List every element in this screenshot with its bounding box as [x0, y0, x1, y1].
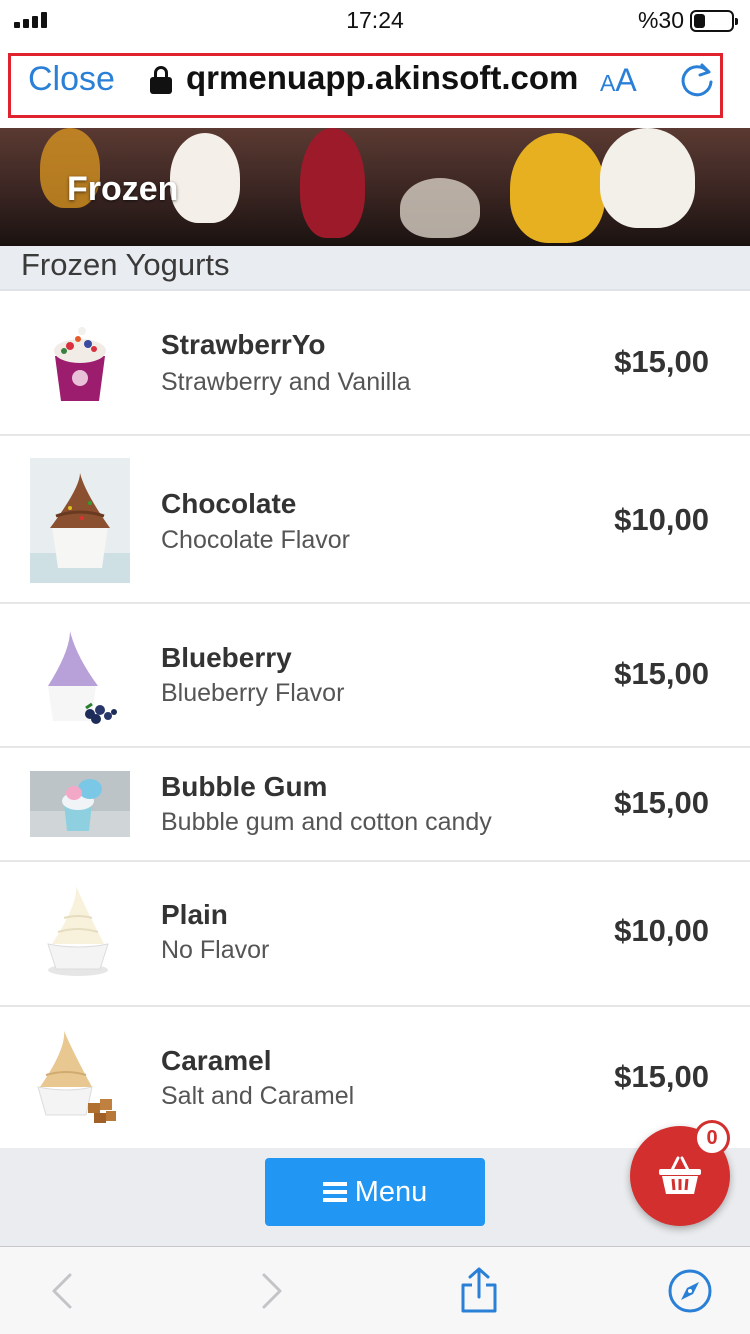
product-description: Strawberry and Vanilla	[161, 368, 411, 396]
reload-icon[interactable]	[678, 60, 716, 100]
close-button[interactable]: Close	[28, 60, 115, 99]
product-item[interactable]: Caramel Salt and Caramel $15,00	[0, 1007, 750, 1149]
product-item[interactable]: Bubble Gum Bubble gum and cotton candy $…	[0, 748, 750, 862]
compass-icon[interactable]	[666, 1267, 714, 1315]
product-item[interactable]: Blueberry Blueberry Flavor $15,00	[0, 604, 750, 748]
category-title: Frozen	[67, 170, 179, 208]
text-size-small-glyph: A	[600, 70, 616, 96]
product-name: Caramel	[161, 1045, 272, 1076]
url-text[interactable]: qrmenuapp.akinsoft.com	[186, 59, 578, 97]
product-price: $10,00	[614, 913, 709, 948]
lock-icon	[150, 66, 172, 94]
address-bar: Close qrmenuapp.akinsoft.com AA	[0, 40, 750, 128]
share-icon[interactable]	[455, 1267, 503, 1315]
product-price: $15,00	[614, 785, 709, 820]
product-description: Salt and Caramel	[161, 1082, 355, 1110]
plain-yogurt-cup-image	[47, 886, 109, 976]
product-list: StrawberrYo Strawberry and Vanilla $15,0…	[0, 291, 750, 1149]
forward-icon[interactable]	[246, 1267, 294, 1315]
text-size-button[interactable]: AA	[600, 62, 637, 99]
basket-icon	[659, 1156, 701, 1194]
hamburger-icon	[322, 1182, 347, 1202]
browser-toolbar	[0, 1246, 750, 1334]
product-item[interactable]: StrawberrYo Strawberry and Vanilla $15,0…	[0, 291, 750, 436]
battery-icon	[690, 10, 738, 32]
product-name: Blueberry	[161, 642, 292, 673]
menu-button-label: Menu	[354, 1175, 428, 1208]
bubble-gum-yogurt-cup-image	[30, 771, 130, 837]
battery-percentage: %30	[637, 7, 684, 33]
product-name: Bubble Gum	[161, 771, 328, 802]
product-name: StrawberrYo	[161, 329, 326, 360]
product-price: $10,00	[614, 502, 709, 537]
blueberry-yogurt-cup-image	[48, 631, 117, 724]
strawberry-yogurt-cup-image	[54, 327, 106, 401]
category-banner: Frozen	[0, 128, 750, 246]
product-description: Bubble gum and cotton candy	[161, 808, 492, 836]
product-price: $15,00	[614, 1059, 709, 1094]
caramel-yogurt-cup-image	[37, 1031, 116, 1123]
product-price: $15,00	[614, 656, 709, 691]
product-item[interactable]: Plain No Flavor $10,00	[0, 862, 750, 1007]
product-description: Chocolate Flavor	[161, 526, 350, 554]
cart-count-badge: 0	[694, 1120, 730, 1156]
back-icon[interactable]	[40, 1267, 88, 1315]
product-name: Chocolate	[161, 488, 297, 519]
section-title: Frozen Yogurts	[21, 247, 230, 282]
product-price: $15,00	[614, 344, 709, 379]
section-header: Frozen Yogurts	[0, 246, 750, 291]
product-description: No Flavor	[161, 936, 270, 964]
status-bar: 17:24 %30	[0, 0, 750, 40]
product-item[interactable]: Chocolate Chocolate Flavor $10,00	[0, 436, 750, 604]
menu-button[interactable]: Menu	[265, 1158, 485, 1226]
text-size-large-glyph: A	[615, 62, 637, 98]
product-description: Blueberry Flavor	[161, 679, 345, 707]
product-name: Plain	[161, 899, 228, 930]
chocolate-yogurt-cup-image	[30, 458, 130, 583]
